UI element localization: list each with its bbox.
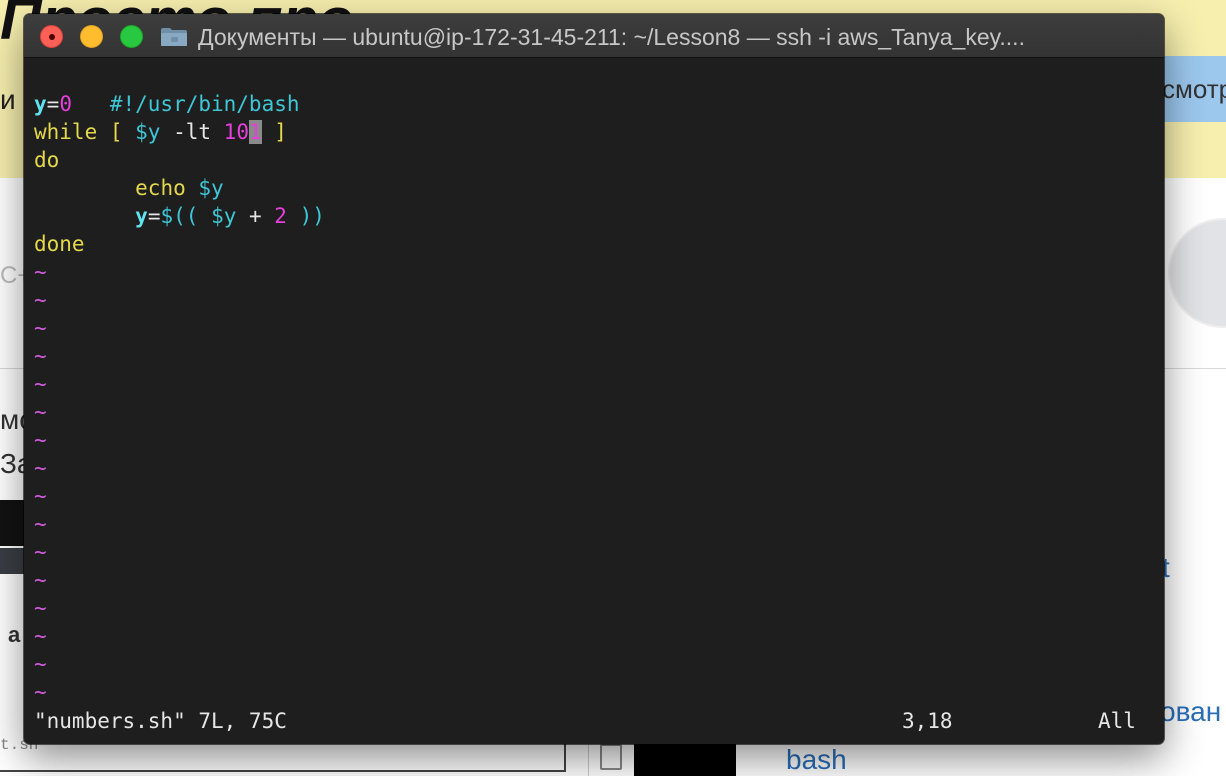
code-token: = xyxy=(46,92,60,116)
empty-line-marker: ~ xyxy=(34,680,47,704)
empty-line-marker: ~ xyxy=(34,568,47,592)
empty-line-marker: ~ xyxy=(34,652,47,676)
code-token: #!/usr/bin/bash xyxy=(109,92,300,116)
terminal-window[interactable]: Документы — ubuntu@ip-172-31-45-211: ~/L… xyxy=(24,14,1164,744)
empty-line-marker: ~ xyxy=(34,596,47,620)
code-line-4: do xyxy=(34,146,59,174)
status-scroll-position: All xyxy=(1098,709,1136,733)
empty-line-marker: ~ xyxy=(34,456,47,480)
terminal-titlebar[interactable]: Документы — ubuntu@ip-172-31-45-211: ~/L… xyxy=(24,14,1164,58)
empty-line-marker: ~ xyxy=(34,288,47,312)
zoom-window-button[interactable] xyxy=(120,25,143,48)
code-token: = xyxy=(147,204,161,228)
code-line-6: y=$(( $y + 2 )) xyxy=(34,202,325,230)
code-token: $(( xyxy=(160,204,199,228)
status-file-info: "numbers.sh" 7L, 75C xyxy=(34,709,287,733)
empty-line-marker: ~ xyxy=(34,316,47,340)
code-token: y xyxy=(135,204,148,228)
empty-line-marker: ~ xyxy=(34,260,47,284)
code-token: -lt xyxy=(160,120,224,144)
code-token: 0 xyxy=(59,92,72,116)
code-token: + xyxy=(236,204,275,228)
code-token: echo xyxy=(135,176,186,200)
background-link-right-lower[interactable]: ован xyxy=(1160,696,1221,728)
background-black-block xyxy=(634,744,736,776)
close-dot-icon xyxy=(49,34,55,40)
code-token: done xyxy=(34,232,85,256)
code-line-2: y=0 xyxy=(34,90,72,118)
background-vertical-divider xyxy=(588,744,589,776)
close-window-button[interactable] xyxy=(40,25,63,48)
code-line-3: while [ $y -lt 101 ] xyxy=(34,118,287,146)
code-token: 2 xyxy=(274,204,287,228)
code-token: y xyxy=(34,92,47,116)
background-view-button[interactable]: смотр xyxy=(1160,56,1226,122)
vim-editor[interactable]: #!/usr/bin/bash y=0 while [ $y -lt 101 ]… xyxy=(24,59,1164,744)
code-token: $y xyxy=(135,120,161,144)
text-cursor: 1 xyxy=(248,120,262,144)
empty-line-marker: ~ xyxy=(34,344,47,368)
code-line-5: echo $y xyxy=(34,174,224,202)
empty-line-marker: ~ xyxy=(34,512,47,536)
file-icon xyxy=(600,744,622,770)
code-token: do xyxy=(34,148,60,172)
empty-line-marker: ~ xyxy=(34,540,47,564)
empty-line-marker: ~ xyxy=(34,624,47,648)
folder-icon xyxy=(161,28,187,46)
code-line-1: #!/usr/bin/bash xyxy=(34,62,300,116)
code-token: $y xyxy=(211,204,237,228)
code-token: [ xyxy=(97,120,136,144)
empty-line-marker: ~ xyxy=(34,484,47,508)
code-token: 10 xyxy=(223,120,249,144)
empty-line-marker: ~ xyxy=(34,428,47,452)
code-token: $y xyxy=(198,176,224,200)
background-left-text: и xyxy=(0,84,16,115)
code-token: while xyxy=(34,120,98,144)
background-left-a: a xyxy=(8,622,21,647)
window-title: Документы — ubuntu@ip-172-31-45-211: ~/L… xyxy=(198,24,1025,50)
empty-line-marker: ~ xyxy=(34,372,47,396)
code-line-7: done xyxy=(34,230,85,258)
empty-line-marker: ~ xyxy=(34,400,47,424)
background-link-bash[interactable]: bash xyxy=(786,744,847,776)
minimize-window-button[interactable] xyxy=(80,25,103,48)
status-cursor-position: 3,18 xyxy=(902,709,953,733)
code-token: ] xyxy=(261,120,287,144)
code-token: )) xyxy=(286,204,325,228)
